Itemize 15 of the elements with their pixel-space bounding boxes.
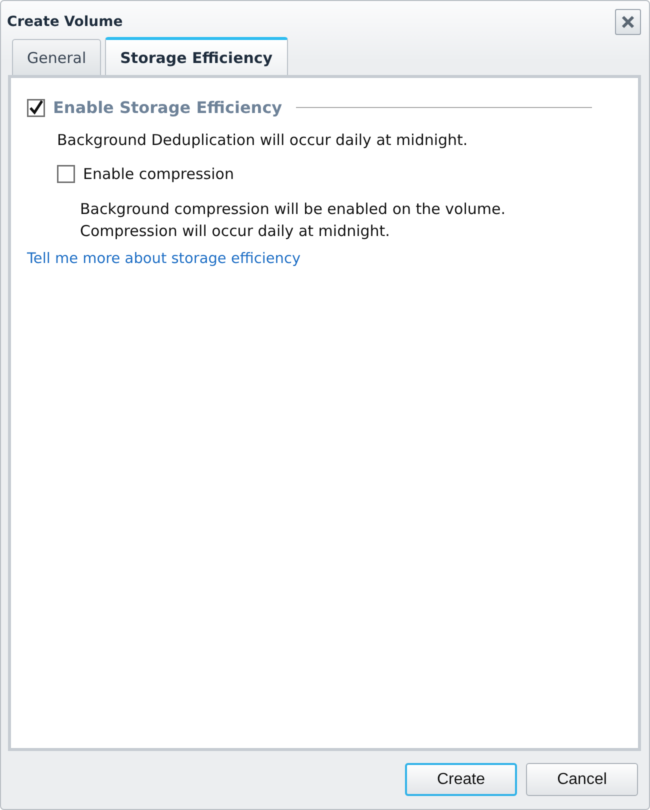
close-icon <box>621 15 635 29</box>
cancel-button[interactable]: Cancel <box>526 763 638 796</box>
checkbox[interactable] <box>57 165 75 183</box>
close-button[interactable] <box>615 9 641 35</box>
create-button[interactable]: Create <box>405 763 517 796</box>
section-label: Enable Storage Efficiency <box>53 98 282 117</box>
description-text: Compression will occur daily at midnight. <box>80 221 391 241</box>
checkbox-label: Enable compression <box>83 165 234 183</box>
help-link[interactable]: Tell me more about storage efficiency <box>27 251 301 267</box>
tab[interactable]: Storage Efficiency <box>105 37 288 75</box>
window-title: Create Volume <box>7 14 123 30</box>
checkbox[interactable] <box>27 98 45 116</box>
tab[interactable]: General <box>12 39 102 75</box>
description-text: Background compression will be enabled on the volume. <box>80 199 506 219</box>
description-text: Background Deduplication will occur daily at midnight. <box>57 131 469 149</box>
